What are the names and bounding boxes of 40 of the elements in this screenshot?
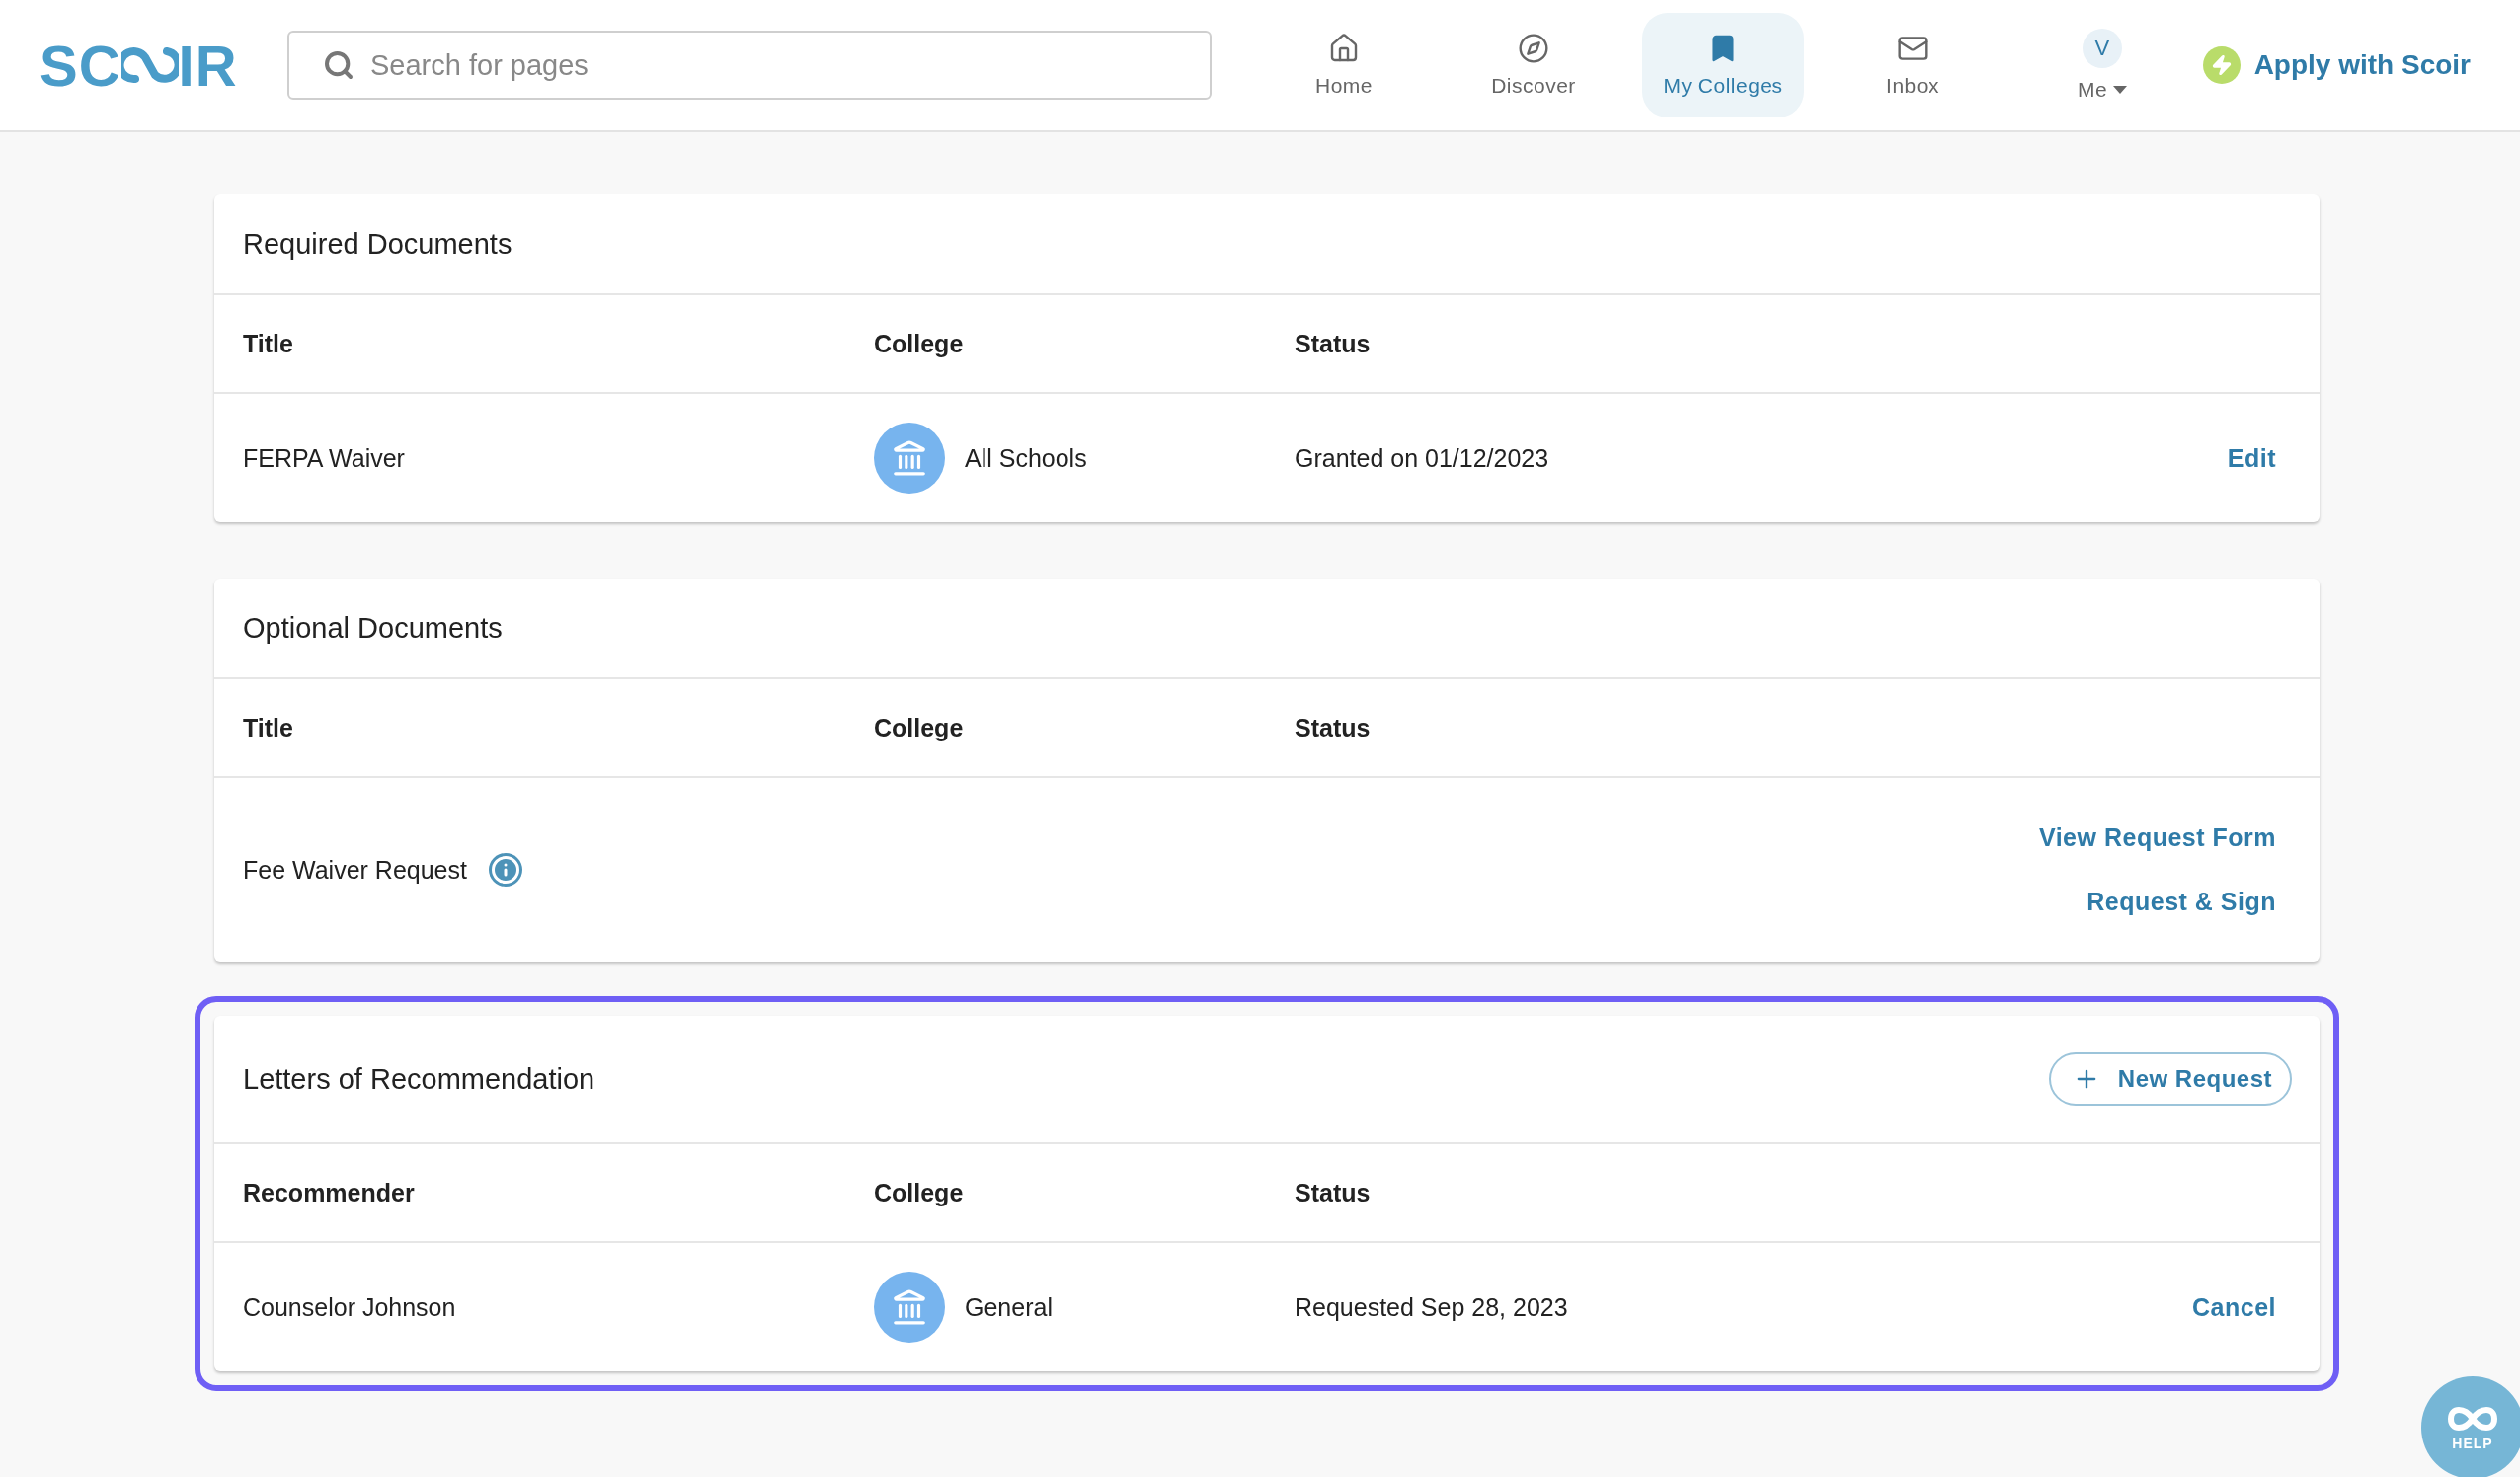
column-header: Recommender [243,1178,416,1207]
column-header: Title [243,329,294,358]
column-header: Status [1295,329,1372,358]
table-cell-text: Granted on 01/12/2023 [1295,443,1550,473]
column-header: Status [1295,1178,1372,1207]
compass-icon [1518,33,1549,64]
search-field[interactable]: Search for pages [287,31,1212,100]
action-link[interactable]: View Request Form [2038,823,2276,852]
info-icon[interactable] [488,853,522,887]
section-title: Optional Documents [243,611,503,645]
infinity-icon [2445,1404,2500,1434]
search-icon [323,49,354,81]
table-cell: Counselor Johnson [243,1292,456,1322]
logo[interactable]: SC IR [39,32,287,99]
nav-tab[interactable]: Home [1263,13,1425,117]
action-link[interactable]: Edit [2227,443,2276,473]
table-cell: Fee Waiver Request [243,855,467,885]
nav-tab[interactable]: Inbox [1832,13,1994,117]
caret-icon [2113,86,2128,94]
nav-tab[interactable]: V Me [2021,13,2183,117]
apply-link[interactable]: Apply with Scoir [2202,46,2471,84]
table-cell: General [965,1292,1053,1322]
column-header: College [874,329,965,358]
column-header: College [874,1178,965,1207]
new-request-button[interactable]: New Request [2048,1052,2292,1106]
action-link[interactable]: Request & Sign [2087,888,2276,916]
section-title: Required Documents [243,227,512,261]
action-link[interactable]: Cancel [2192,1292,2276,1322]
home-icon [1328,33,1360,64]
column-header: Status [1295,713,1372,742]
table-cell: FERPA Waiver [243,443,405,473]
nav-tab[interactable]: My Colleges [1642,13,1804,117]
section-title: Letters of Recommendation [243,1062,595,1096]
table-cell-text: Requested Sep 28, 2023 [1295,1292,1569,1322]
avatar: V [2083,29,2122,68]
column-header: Title [243,713,294,742]
nav-tab[interactable]: Discover [1453,13,1614,117]
bolt-icon [2202,46,2241,84]
table-cell: All Schools [965,443,1087,473]
column-header: College [874,713,965,742]
